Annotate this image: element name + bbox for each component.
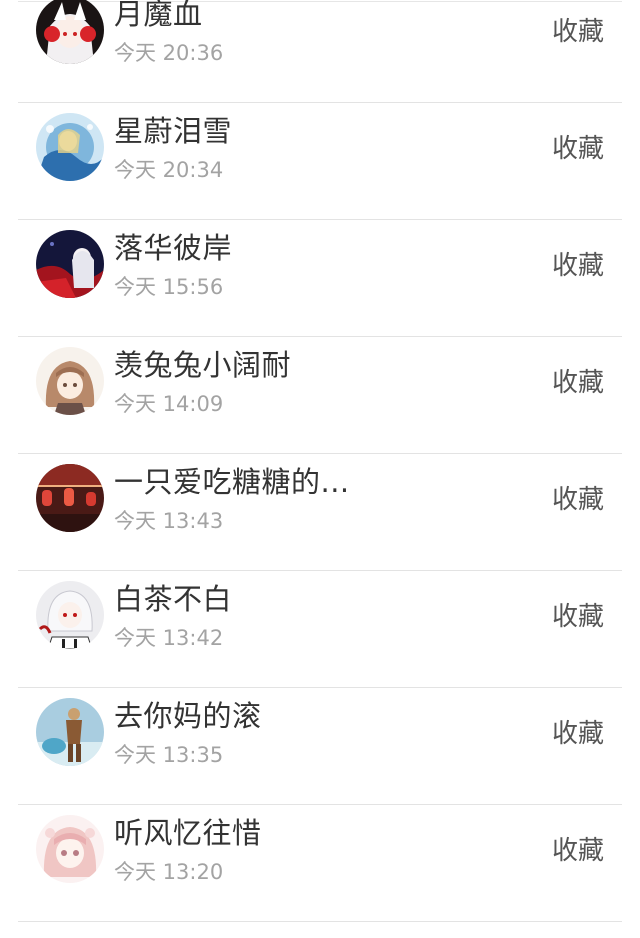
list-item[interactable]: 月魔血 今天 20:36 收藏: [0, 0, 640, 103]
contact-name: 星蔚泪雪: [114, 114, 233, 148]
contact-time: 今天 20:36: [114, 41, 224, 65]
anime-avatar-pink-hair-girl-icon: [36, 815, 104, 883]
list-item[interactable]: 一只爱吃糖糖的... 今天 13:43 收藏: [0, 454, 640, 571]
anime-avatar-dark-red-night-icon: [36, 230, 104, 298]
list-item[interactable]: 听风忆往惜 今天 13:20 收藏: [0, 805, 640, 922]
avatar[interactable]: [36, 0, 104, 64]
avatar[interactable]: [36, 113, 104, 181]
avatar[interactable]: [36, 347, 104, 415]
avatar[interactable]: [36, 464, 104, 532]
contact-name: 去你妈的滚: [114, 699, 262, 733]
list-item[interactable]: 落华彼岸 今天 15:56 收藏: [0, 220, 640, 337]
favorite-button[interactable]: 收藏: [552, 482, 604, 518]
avatar[interactable]: [36, 815, 104, 883]
list-item[interactable]: 去你妈的滚 今天 13:35 收藏: [0, 688, 640, 805]
list-item[interactable]: 白茶不白 今天 13:42 收藏: [0, 571, 640, 688]
contact-name: 白茶不白: [114, 582, 233, 616]
contact-time: 今天 13:42: [114, 626, 224, 650]
anime-avatar-white-hair-red-headphones-icon: [36, 0, 104, 64]
contact-name: 月魔血: [114, 0, 203, 31]
favorite-button[interactable]: 收藏: [552, 599, 604, 635]
contact-time: 今天 20:34: [114, 158, 224, 182]
favorite-button[interactable]: 收藏: [552, 833, 604, 869]
contact-time: 今天 15:56: [114, 275, 224, 299]
contact-name: 听风忆往惜: [114, 816, 262, 850]
avatar[interactable]: [36, 230, 104, 298]
contact-name: 羡兔兔小阔耐: [114, 348, 292, 382]
avatar-red-lanterns-icon: [36, 464, 104, 532]
anime-avatar-blue-water-icon: [36, 113, 104, 181]
favorite-button[interactable]: 收藏: [552, 365, 604, 401]
contact-time: 今天 13:35: [114, 743, 224, 767]
row-divider: [18, 921, 622, 922]
contact-name: 落华彼岸: [114, 231, 233, 265]
list-item[interactable]: 羡兔兔小阔耐 今天 14:09 收藏: [0, 337, 640, 454]
anime-avatar-brown-hair-girl-icon: [36, 347, 104, 415]
contact-time: 今天 14:09: [114, 392, 224, 416]
contact-time: 今天 13:43: [114, 509, 224, 533]
favorite-button[interactable]: 收藏: [552, 248, 604, 284]
contact-time: 今天 13:20: [114, 860, 224, 884]
anime-avatar-white-hair-boy-icon: [36, 581, 104, 649]
avatar[interactable]: [36, 581, 104, 649]
contact-name: 一只爱吃糖糖的...: [114, 465, 350, 499]
avatar[interactable]: [36, 698, 104, 766]
favorite-button[interactable]: 收藏: [552, 14, 604, 50]
favorite-button[interactable]: 收藏: [552, 716, 604, 752]
favorite-button[interactable]: 收藏: [552, 131, 604, 167]
list-item[interactable]: 星蔚泪雪 今天 20:34 收藏: [0, 103, 640, 220]
avatar-figure-sky-icon: [36, 698, 104, 766]
